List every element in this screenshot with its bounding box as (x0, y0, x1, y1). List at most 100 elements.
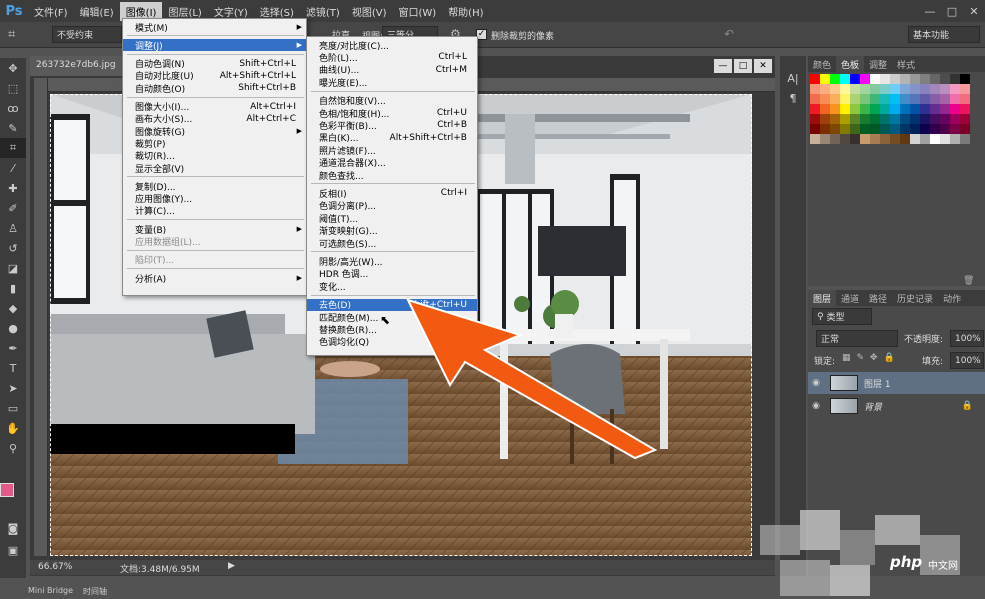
tab-swatches[interactable]: 色板 (836, 56, 865, 72)
color-swatch[interactable] (880, 134, 890, 144)
tab-styles[interactable]: 样式 (892, 56, 920, 72)
color-swatch[interactable] (930, 104, 940, 114)
color-swatch[interactable] (940, 124, 950, 134)
menu-item[interactable]: 照片滤镜(F)... (307, 144, 477, 157)
color-swatch[interactable] (880, 74, 890, 84)
color-swatch[interactable] (830, 124, 840, 134)
color-swatch[interactable] (830, 74, 840, 84)
color-swatch[interactable] (820, 74, 830, 84)
color-swatch[interactable] (890, 104, 900, 114)
color-swatch[interactable] (810, 134, 820, 144)
color-swatch[interactable] (880, 104, 890, 114)
color-swatch[interactable] (960, 104, 970, 114)
layer-name[interactable]: 图层 1 (864, 377, 891, 390)
color-swatch[interactable] (950, 74, 960, 84)
color-swatch[interactable] (920, 114, 930, 124)
color-swatch[interactable] (850, 134, 860, 144)
menu-item[interactable]: 变量(B) ▶ (123, 223, 306, 236)
color-swatch[interactable] (950, 104, 960, 114)
menu-edit[interactable]: 编辑(E) (74, 2, 120, 21)
marquee-tool-icon[interactable]: ⬚ (0, 78, 26, 98)
menu-item[interactable]: 曲线(U)... Ctrl+M (307, 64, 477, 77)
layer-row[interactable]: ◉ 背景 🔒 (808, 395, 985, 417)
menu-item[interactable]: 通道混合器(X)... (307, 157, 477, 169)
tab-color[interactable]: 颜色 (808, 56, 836, 72)
color-swatch[interactable] (830, 104, 840, 114)
minimize-button[interactable]: — (919, 0, 941, 22)
color-swatch[interactable] (910, 124, 920, 134)
color-swatch[interactable] (940, 134, 950, 144)
color-swatch[interactable] (920, 94, 930, 104)
doc-close-button[interactable]: ✕ (754, 59, 772, 73)
menu-item[interactable]: 应用图像(Y)... (123, 193, 306, 205)
color-swatch[interactable] (860, 74, 870, 84)
history-brush-tool-icon[interactable]: ↺ (0, 238, 26, 258)
eyedropper-tool-icon[interactable]: ⁄ (0, 158, 26, 178)
color-swatch[interactable] (840, 114, 850, 124)
color-swatch[interactable] (810, 114, 820, 124)
menu-item[interactable]: 色彩平衡(B)... Ctrl+B (307, 119, 477, 132)
color-swatch[interactable] (940, 84, 950, 94)
color-swatch[interactable] (960, 134, 970, 144)
color-swatch[interactable] (900, 84, 910, 94)
menu-item[interactable]: 模式(M) ▶ (123, 21, 306, 34)
color-swatch[interactable] (860, 84, 870, 94)
color-swatch[interactable] (820, 94, 830, 104)
quick-mask-icon[interactable]: ◙ (0, 518, 26, 538)
move-tool-icon[interactable]: ✥ (0, 58, 26, 78)
color-swatch[interactable] (900, 74, 910, 84)
color-swatch[interactable] (910, 84, 920, 94)
color-swatch[interactable] (930, 94, 940, 104)
color-swatch[interactable] (820, 114, 830, 124)
color-swatch[interactable] (820, 124, 830, 134)
swatch-grid[interactable] (810, 74, 970, 144)
color-swatch[interactable] (930, 124, 940, 134)
tab-actions[interactable]: 动作 (938, 290, 966, 306)
crop-tool-icon[interactable]: ⌗ (8, 27, 15, 42)
menu-item[interactable]: 阴影/高光(W)... (307, 255, 477, 268)
menu-item[interactable]: 画布大小(S)... Alt+Ctrl+C (123, 113, 306, 126)
color-swatch[interactable] (910, 94, 920, 104)
menu-file[interactable]: 文件(F) (28, 2, 74, 21)
color-swatch[interactable] (850, 124, 860, 134)
color-swatch[interactable] (850, 74, 860, 84)
menu-item[interactable]: 自动色调(N) Shift+Ctrl+L (123, 58, 306, 71)
color-swatch[interactable] (960, 114, 970, 124)
menu-item[interactable]: 图像旋转(G) ▶ (123, 125, 306, 138)
color-swatch[interactable] (890, 84, 900, 94)
healing-brush-tool-icon[interactable]: ✚ (0, 178, 26, 198)
color-swatch[interactable] (870, 104, 880, 114)
lock-icons[interactable]: ▦✎✥🔒 (842, 353, 901, 363)
color-swatch[interactable] (960, 94, 970, 104)
color-swatch[interactable] (910, 134, 920, 144)
color-swatch[interactable] (910, 74, 920, 84)
clone-stamp-tool-icon[interactable]: ♙ (0, 218, 26, 238)
color-swatch[interactable] (840, 124, 850, 134)
color-swatch[interactable] (920, 104, 930, 114)
menu-window[interactable]: 窗口(W) (392, 2, 442, 21)
color-swatch[interactable] (900, 134, 910, 144)
doc-minimize-button[interactable]: — (714, 59, 732, 73)
lasso-tool-icon[interactable]: ꝏ (0, 98, 26, 118)
crop-tool-icon[interactable]: ⌗ (0, 138, 26, 158)
color-swatch[interactable] (870, 94, 880, 104)
color-swatch[interactable] (840, 134, 850, 144)
color-swatch[interactable] (860, 124, 870, 134)
tab-history[interactable]: 历史记录 (892, 290, 938, 306)
color-swatch[interactable] (920, 84, 930, 94)
color-swatch[interactable] (920, 124, 930, 134)
eye-icon[interactable]: ◉ (808, 401, 824, 411)
menu-item[interactable]: 自动对比度(U) Alt+Shift+Ctrl+L (123, 70, 306, 83)
color-swatch[interactable] (870, 84, 880, 94)
color-swatch[interactable] (840, 74, 850, 84)
color-swatch[interactable] (880, 84, 890, 94)
color-swatch[interactable] (890, 124, 900, 134)
color-swatch[interactable] (850, 94, 860, 104)
color-swatch[interactable] (890, 114, 900, 124)
color-swatch[interactable] (870, 124, 880, 134)
menu-item[interactable]: 显示全部(V) (123, 162, 306, 175)
color-swatch[interactable] (930, 134, 940, 144)
menu-item[interactable]: 计算(C)... (123, 205, 306, 217)
color-swatch[interactable] (870, 114, 880, 124)
zoom-level[interactable]: 66.67% (38, 562, 72, 572)
